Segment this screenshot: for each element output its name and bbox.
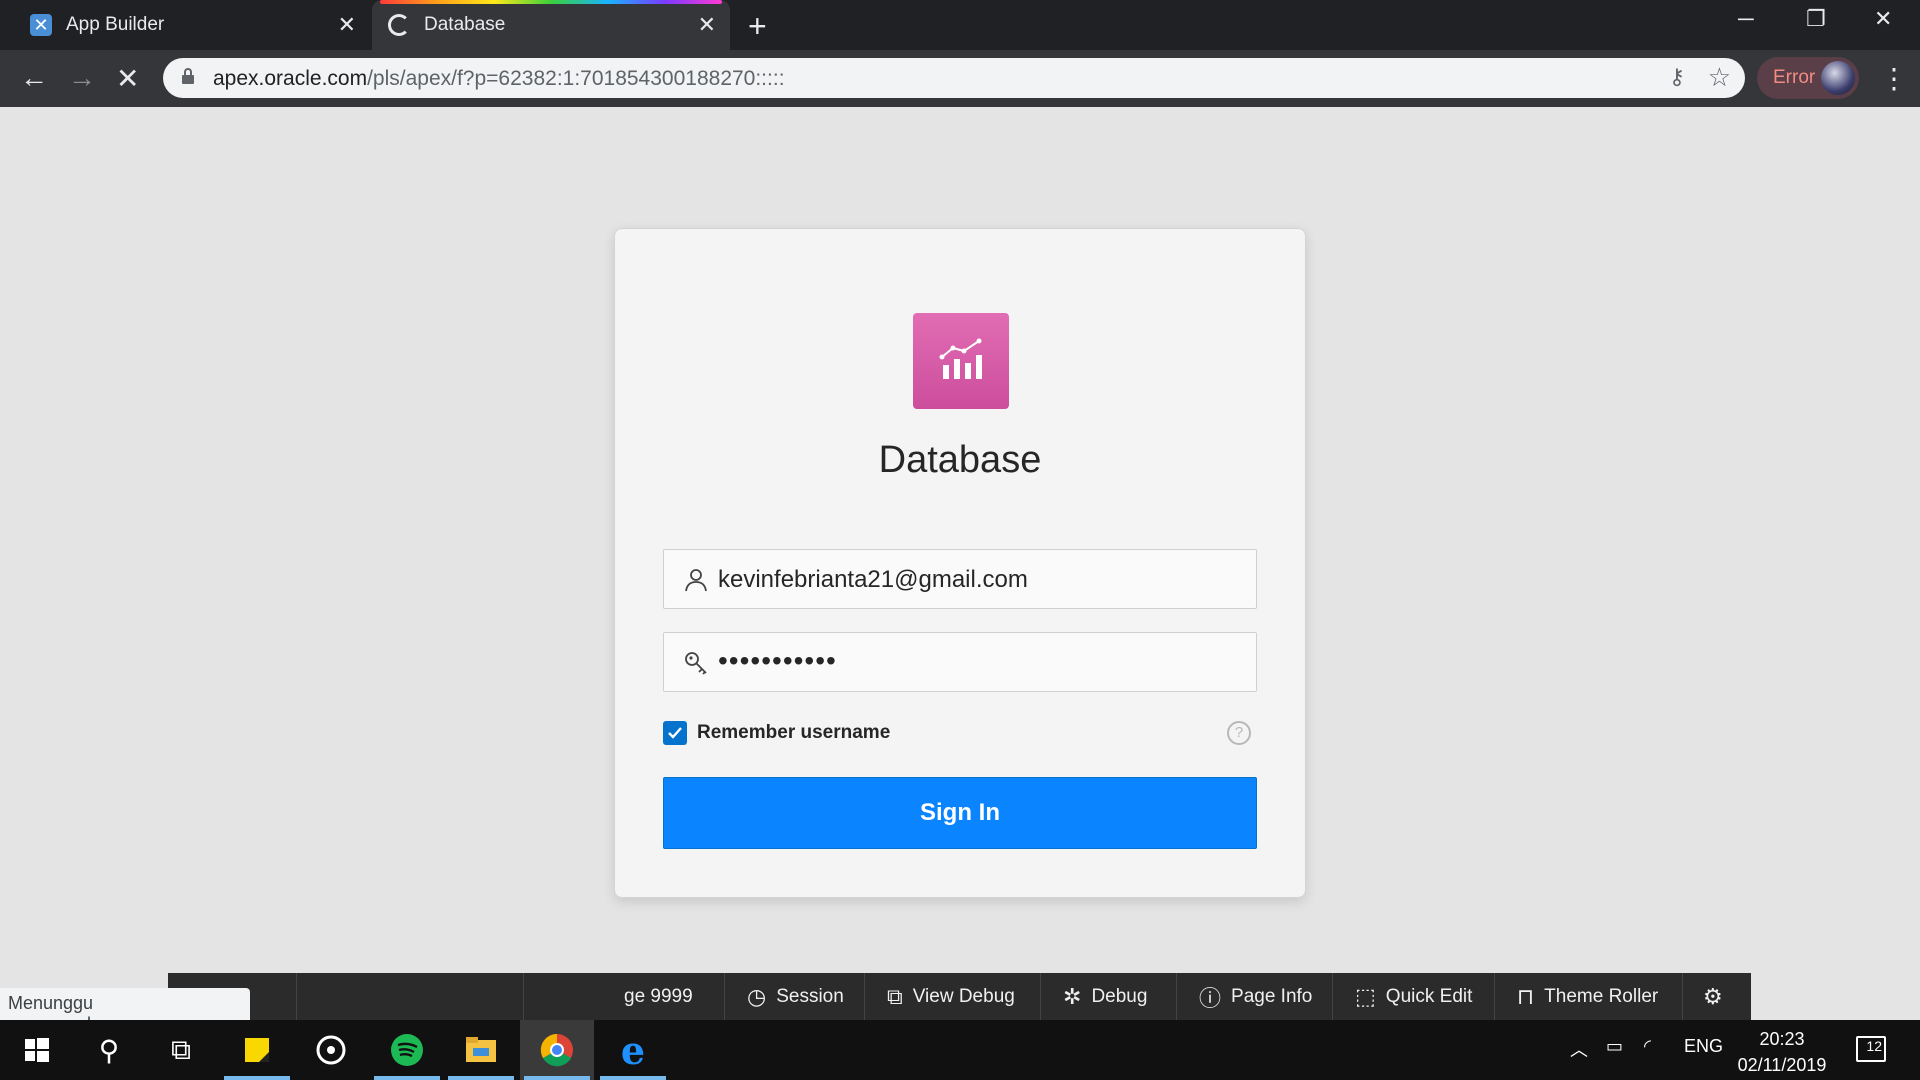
- dev-settings-button[interactable]: ⚙: [1682, 973, 1751, 1020]
- profile-status-text: Error: [1773, 67, 1816, 88]
- tray-chevron-icon[interactable]: ︿: [1570, 1036, 1588, 1062]
- sticky-notes-icon[interactable]: [220, 1020, 294, 1080]
- user-icon: [685, 569, 707, 592]
- forward-arrow-icon[interactable]: →: [68, 62, 96, 94]
- file-explorer-icon[interactable]: [444, 1020, 518, 1080]
- close-tab-icon[interactable]: ✕: [338, 12, 356, 38]
- clock-date: 02/11/2019: [1737, 1055, 1827, 1075]
- stop-loading-icon[interactable]: ✕: [116, 62, 139, 95]
- notification-count: 12: [1866, 1038, 1882, 1054]
- search-icon[interactable]: ⚲: [72, 1020, 146, 1080]
- dev-debug-button[interactable]: ✲ Debug: [1040, 973, 1169, 1020]
- dev-quick-edit-button[interactable]: ⬚ Quick Edit: [1332, 973, 1494, 1020]
- password-field[interactable]: •••••••••••: [663, 632, 1257, 692]
- browser-menu-icon[interactable]: ⋮: [1880, 62, 1908, 95]
- dev-session-label: Session: [776, 985, 844, 1007]
- bug-icon: ✲: [1063, 983, 1082, 1009]
- chrome-icon[interactable]: [520, 1020, 594, 1080]
- dev-theme-roller-button[interactable]: ⊓ Theme Roller: [1494, 973, 1680, 1020]
- dev-toolbar-partial-item[interactable]: [298, 973, 524, 1020]
- dev-quick-edit-label: Quick Edit: [1385, 985, 1473, 1007]
- back-arrow-icon[interactable]: ←: [20, 62, 48, 94]
- windows-start-icon[interactable]: [0, 1020, 74, 1080]
- minimize-icon[interactable]: ─: [1738, 6, 1754, 32]
- clock-icon: ◷: [747, 983, 767, 1009]
- info-icon: ⓘ: [1199, 985, 1222, 1011]
- dev-debug-label: Debug: [1091, 985, 1148, 1007]
- dev-view-debug-label: View Debug: [912, 985, 1015, 1007]
- lock-icon: [182, 68, 194, 84]
- quick-edit-icon: ⬚: [1355, 983, 1376, 1009]
- bookmark-star-icon[interactable]: ☆: [1708, 62, 1731, 93]
- dev-view-debug-button[interactable]: ⧉ View Debug: [864, 973, 1037, 1020]
- login-card: Database kevinfebrianta21@gmail.com ••••…: [614, 228, 1306, 898]
- tab-title: App Builder: [66, 14, 165, 35]
- address-bar[interactable]: apex.oracle.com/pls/apex/f?p=62382:1:701…: [163, 58, 1745, 98]
- battery-icon[interactable]: ▭: [1606, 1036, 1623, 1057]
- notification-center-icon[interactable]: 12: [1856, 1036, 1886, 1062]
- dev-page-info-label: Page Info: [1231, 985, 1313, 1007]
- dev-session-button[interactable]: ◷ Session: [724, 973, 866, 1020]
- edge-icon[interactable]: e: [596, 1020, 670, 1080]
- taskbar-clock[interactable]: 20:23 02/11/2019: [1730, 1026, 1834, 1078]
- dev-page-label: ge 9999: [624, 985, 693, 1007]
- remember-label: Remember username: [697, 722, 891, 743]
- avatar: [1821, 61, 1855, 95]
- app-logo-icon: [913, 313, 1009, 409]
- restore-icon[interactable]: ❐: [1806, 6, 1826, 32]
- paint-roller-icon: ⊓: [1517, 983, 1535, 1009]
- close-window-icon[interactable]: ✕: [1874, 6, 1892, 32]
- view-debug-icon: ⧉: [887, 983, 903, 1009]
- password-key-icon[interactable]: ⚷: [1669, 64, 1685, 90]
- browser-status-bar: Menunggu apex.oracle.com...: [0, 988, 250, 1034]
- checkmark-icon: [668, 727, 682, 739]
- wifi-icon[interactable]: ◜: [1644, 1036, 1651, 1057]
- tab-database[interactable]: Database ✕: [372, 0, 730, 50]
- url-text: apex.oracle.com/pls/apex/f?p=62382:1:701…: [213, 67, 785, 90]
- profile-error-chip[interactable]: Error: [1757, 57, 1859, 99]
- clock-time: 20:23: [1759, 1029, 1805, 1049]
- media-player-icon[interactable]: [294, 1020, 368, 1080]
- browser-tab-strip: ✕ App Builder ✕ Database ✕ + ─ ❐ ✕: [0, 0, 1920, 50]
- tab-loading-bar: [380, 0, 722, 4]
- tab-title: Database: [424, 14, 506, 35]
- help-icon[interactable]: ?: [1227, 721, 1251, 745]
- dev-theme-roller-label: Theme Roller: [1544, 985, 1659, 1007]
- app-builder-favicon-icon: ✕: [30, 14, 52, 36]
- username-field[interactable]: kevinfebrianta21@gmail.com: [663, 549, 1257, 609]
- new-tab-icon[interactable]: +: [748, 8, 767, 45]
- loading-spinner-icon: [388, 14, 410, 36]
- password-value: •••••••••••: [718, 645, 837, 676]
- key-icon: [685, 652, 707, 675]
- language-indicator[interactable]: ENG: [1684, 1036, 1723, 1057]
- sign-in-button[interactable]: Sign In: [663, 777, 1257, 849]
- remember-checkbox[interactable]: [663, 721, 687, 745]
- dev-page-info-button[interactable]: ⓘ Page Info: [1176, 973, 1334, 1020]
- spotify-icon[interactable]: [370, 1020, 444, 1080]
- dev-page-item[interactable]: ge 9999: [624, 973, 693, 1020]
- username-value: kevinfebrianta21@gmail.com: [718, 566, 1028, 593]
- tab-app-builder[interactable]: ✕ App Builder ✕: [0, 0, 370, 50]
- remember-username[interactable]: Remember username: [663, 721, 890, 745]
- developer-toolbar: ge 9999 ◷ Session ⧉ View Debug ✲ Debug ⓘ…: [168, 973, 1751, 1020]
- task-view-icon[interactable]: ⧉: [144, 1020, 218, 1080]
- app-title: Database: [878, 439, 1042, 481]
- gear-icon: ⚙: [1703, 983, 1723, 1009]
- close-tab-icon[interactable]: ✕: [698, 12, 716, 38]
